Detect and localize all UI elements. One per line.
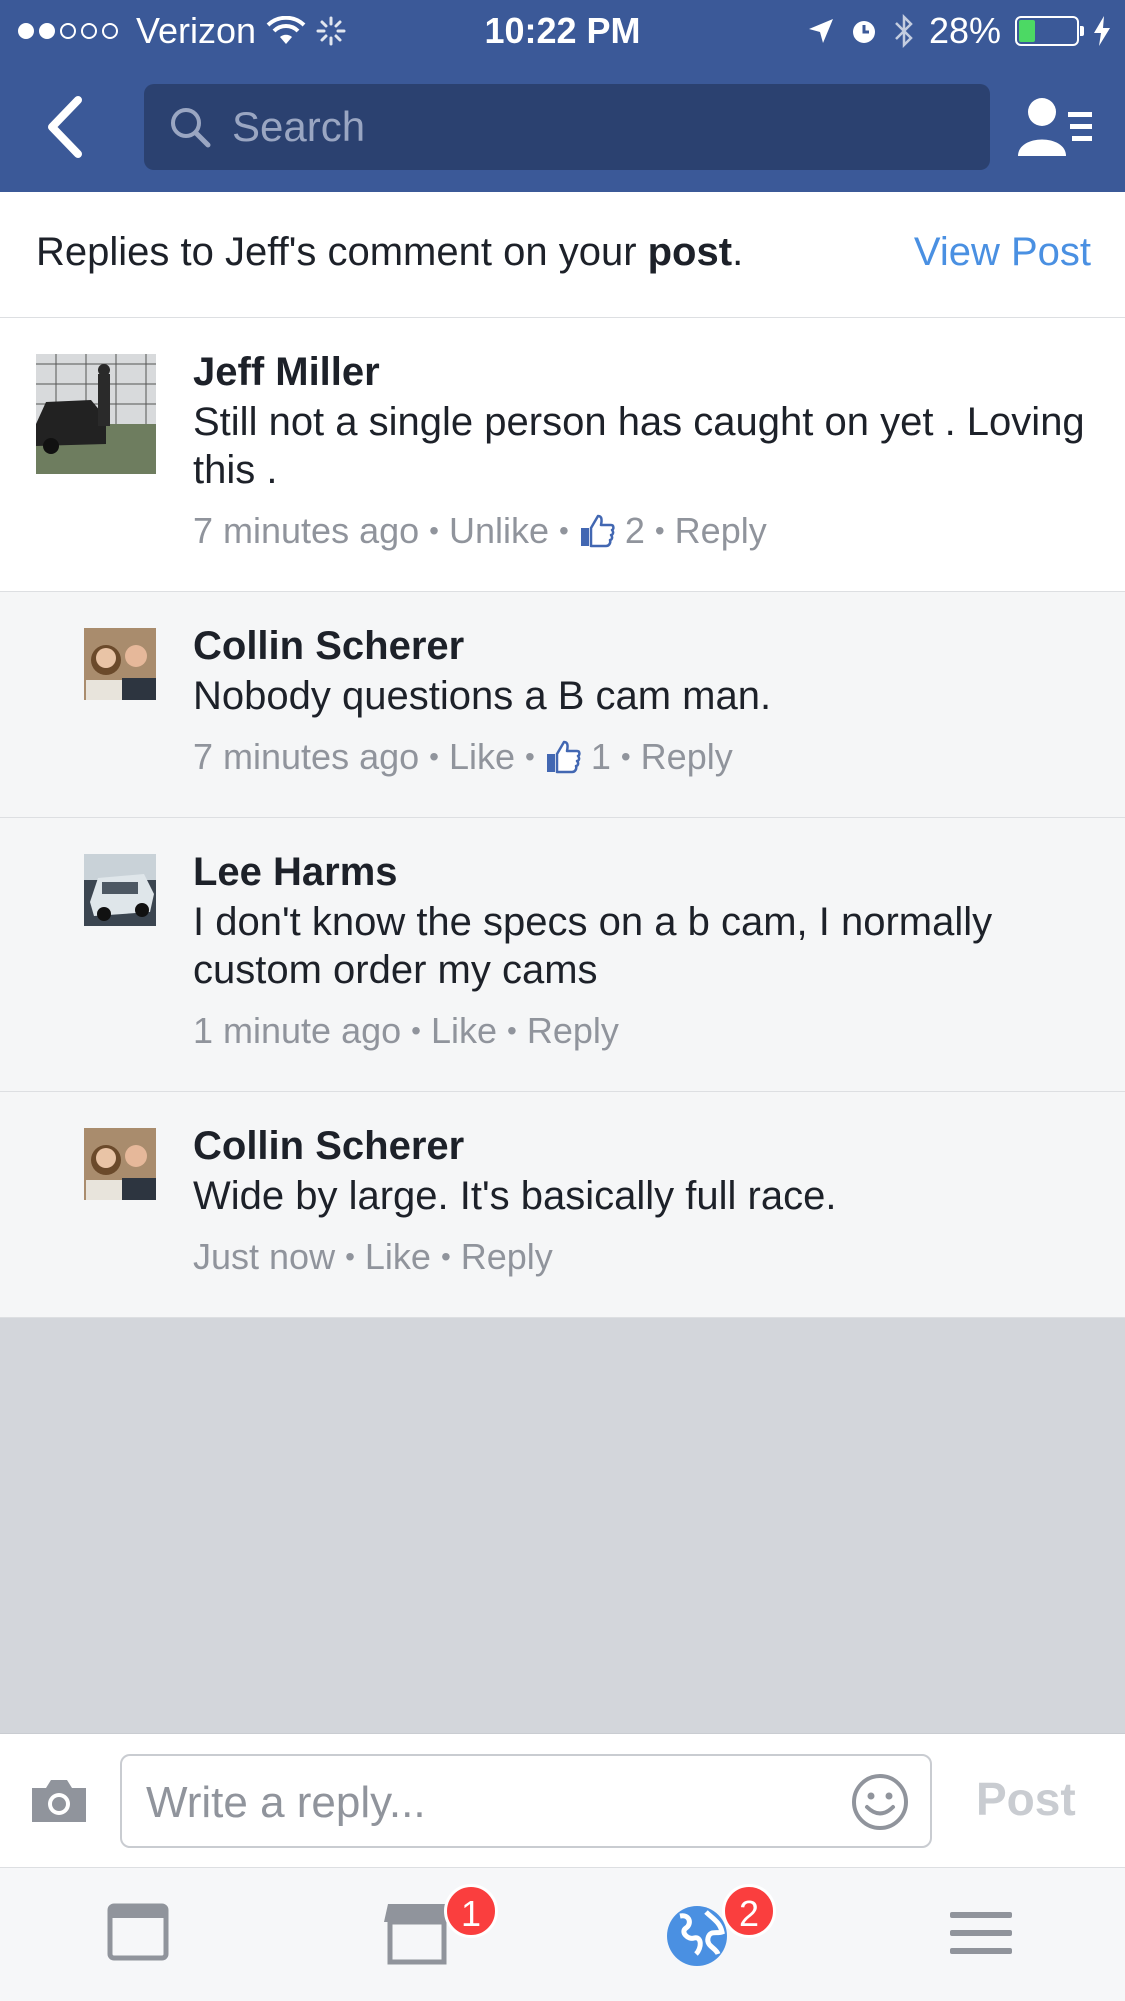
camera-icon[interactable] [28,1776,90,1826]
battery-icon [1015,16,1084,46]
bluetooth-icon [895,14,913,48]
post-button[interactable]: Post [976,1772,1076,1826]
search-icon [171,108,211,148]
charging-bolt-icon [1094,16,1110,46]
like-button[interactable]: Like [365,1236,431,1278]
emoji-smiley-icon[interactable] [850,1772,910,1832]
reply-placeholder: Write a reply... [146,1778,426,1827]
friend-requests-icon[interactable] [1014,92,1094,162]
commenter-name[interactable]: Collin Scherer [193,1124,464,1169]
comment-text: Wide by large. It's basically full race. [193,1174,837,1218]
reply-button[interactable]: Reply [675,510,767,552]
back-chevron-icon[interactable] [40,92,90,162]
like-button[interactable]: Like [449,736,515,778]
comment-text: Still not a single person has caught on … [193,400,1085,492]
avatar[interactable] [84,1128,156,1200]
replies-header-text: Replies to Jeff's comment on your post. [36,230,744,274]
location-arrow-icon [808,19,833,43]
replies-header: Replies to Jeff's comment on your post. … [0,192,1125,318]
comment-item: Lee Harms I don't know the specs on a b … [0,818,1125,1092]
unlike-button[interactable]: Unlike [449,510,549,552]
like-button[interactable]: Like [431,1010,497,1052]
search-input[interactable]: Search [144,84,990,170]
menu-hamburger-icon[interactable] [946,1898,1016,1968]
commenter-name[interactable]: Jeff Miller [193,350,380,395]
search-placeholder: Search [232,103,366,150]
reply-input[interactable]: Write a reply... [120,1754,932,1848]
like-count[interactable]: 2 [625,510,645,552]
comment-meta: 1 minute ago • Like • Reply [193,1010,619,1052]
top-bar: Verizon 10:22 PM 28% Search [0,0,1125,192]
avatar[interactable] [84,628,156,700]
news-feed-tab-icon[interactable] [104,1898,174,1968]
view-post-link[interactable]: View Post [914,230,1091,275]
reply-button[interactable]: Reply [461,1236,553,1278]
avatar[interactable] [36,354,156,474]
comment-item: Jeff Miller Still not a single person ha… [0,318,1125,592]
bottom-tab-bar: 1 2 [0,1867,1125,2001]
commenter-name[interactable]: Lee Harms [193,850,398,895]
reply-button[interactable]: Reply [527,1010,619,1052]
comment-meta: Just now • Like • Reply [193,1236,553,1278]
comment-timestamp: 7 minutes ago [193,736,420,777]
avatar[interactable] [84,854,156,926]
comment-timestamp: 7 minutes ago [193,510,420,551]
comment-item: Collin Scherer Wide by large. It's basic… [0,1092,1125,1318]
thumbs-up-icon [546,740,581,774]
comment-timestamp: Just now [193,1236,336,1277]
comment-meta: 7 minutes ago • Unlike • 2 • Reply [193,510,767,552]
reply-composer: Write a reply... Post [0,1733,1125,1867]
comment-meta: 7 minutes ago • Like • 1 • Reply [193,736,733,778]
marketplace-tab-icon[interactable] [382,1898,452,1968]
reply-button[interactable]: Reply [641,736,733,778]
comment-text: Nobody questions a B cam man. [193,674,772,718]
notifications-badge: 2 [722,1884,776,1938]
status-bar: Verizon 10:22 PM 28% [0,0,1125,62]
marketplace-badge: 1 [444,1884,498,1938]
comment-item: Collin Scherer Nobody questions a B cam … [0,592,1125,818]
comment-timestamp: 1 minute ago [193,1010,402,1051]
like-count[interactable]: 1 [591,736,611,778]
alarm-icon [852,21,875,43]
battery-percent: 28% [928,10,1001,51]
thumbs-up-icon [580,514,615,548]
commenter-name[interactable]: Collin Scherer [193,624,464,669]
comment-text: I don't know the specs on a b cam, I nor… [193,900,993,992]
